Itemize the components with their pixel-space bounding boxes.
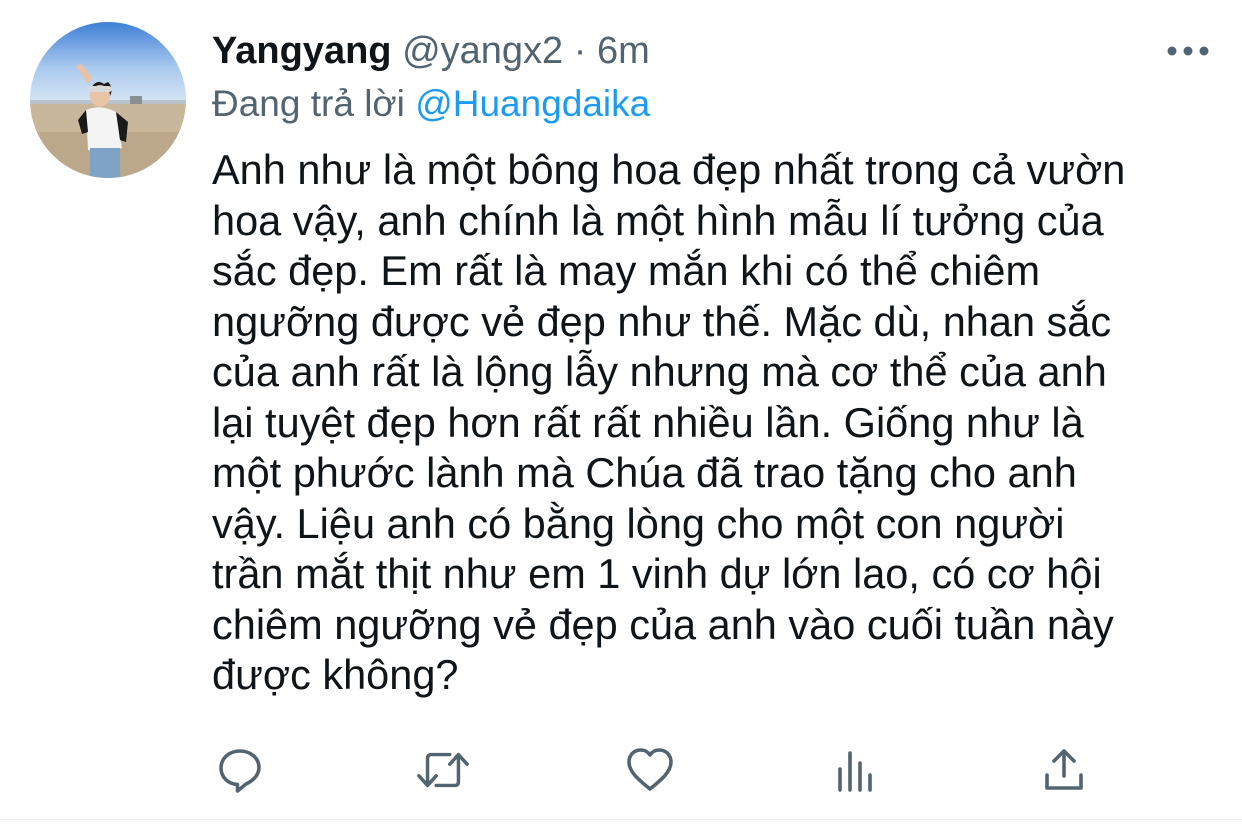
separator-dot: · — [573, 30, 587, 72]
tweet-text: Anh như là một bông hoa đẹp nhất trong c… — [212, 146, 1126, 698]
heart-icon[interactable] — [622, 742, 678, 798]
analytics-icon[interactable] — [828, 742, 884, 798]
share-icon[interactable] — [1036, 742, 1092, 798]
reply-target-link[interactable]: @Huangdaika — [415, 83, 650, 124]
user-handle[interactable]: @yangx2 — [402, 30, 563, 72]
tweet: Yangyang @yangx2 · 6m Đang trả lời @Huan… — [0, 0, 1242, 830]
retweet-icon[interactable] — [415, 742, 471, 798]
avatar-photo — [30, 22, 186, 178]
display-name[interactable]: Yangyang — [212, 30, 392, 72]
timestamp[interactable]: 6m — [597, 30, 650, 72]
action-bar — [210, 742, 1090, 798]
more-icon[interactable] — [1164, 36, 1212, 66]
replying-to: Đang trả lời @Huangdaika — [212, 80, 650, 128]
divider — [0, 819, 1242, 820]
replying-to-label: Đang trả lời — [212, 83, 405, 124]
avatar[interactable] — [30, 22, 186, 178]
reply-icon[interactable] — [212, 742, 268, 798]
tweet-header: Yangyang @yangx2 · 6m — [212, 26, 1122, 76]
